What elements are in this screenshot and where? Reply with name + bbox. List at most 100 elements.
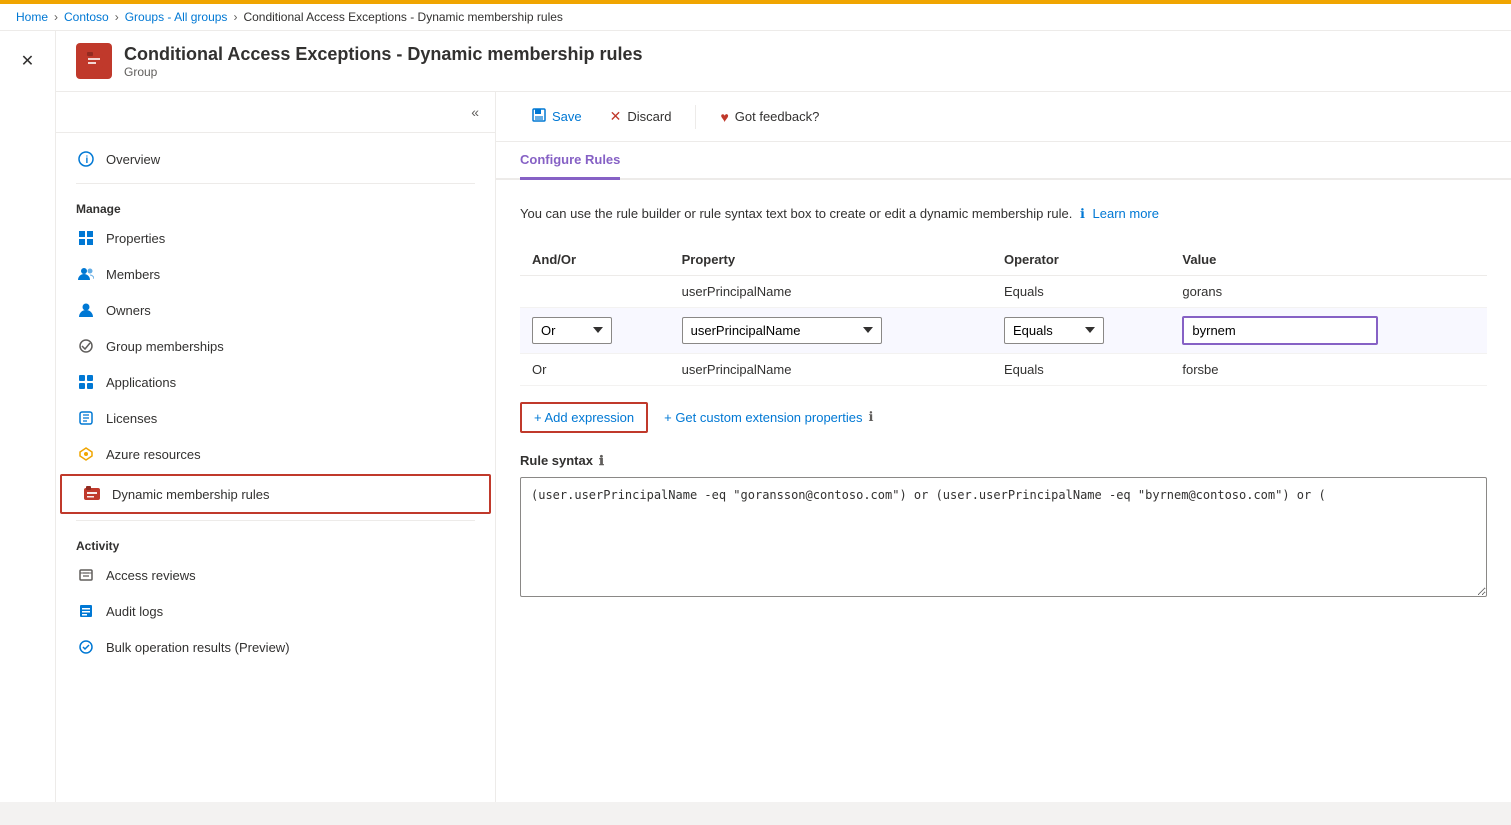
sidebar-label-owners: Owners xyxy=(106,303,151,318)
sidebar-item-members[interactable]: Members xyxy=(56,256,495,292)
rule-syntax-textarea[interactable] xyxy=(520,477,1487,597)
table-row-editing: Or And userPrincipalName xyxy=(520,307,1487,353)
members-icon xyxy=(76,264,96,284)
sidebar-label-group-memberships: Group memberships xyxy=(106,339,224,354)
rule-syntax-text: Rule syntax xyxy=(520,453,593,468)
andor-select[interactable]: Or And xyxy=(532,317,612,344)
sidebar-label-access-reviews: Access reviews xyxy=(106,568,196,583)
rule-syntax-label: Rule syntax ℹ xyxy=(520,453,1487,469)
action-row: + Add expression + Get custom extension … xyxy=(520,402,1487,433)
sidebar-item-access-reviews[interactable]: Access reviews xyxy=(56,557,495,593)
licenses-icon xyxy=(76,408,96,428)
group-memberships-icon xyxy=(76,336,96,356)
sidebar-label-audit-logs: Audit logs xyxy=(106,604,163,619)
page-header-icon xyxy=(76,43,112,79)
save-icon xyxy=(532,108,546,125)
get-custom-label: + Get custom extension properties xyxy=(664,410,862,425)
row1-value: gorans xyxy=(1170,275,1487,307)
table-row: userPrincipalName Equals gorans xyxy=(520,275,1487,307)
col-header-value: Value xyxy=(1170,244,1487,276)
sidebar-item-licenses[interactable]: Licenses xyxy=(56,400,495,436)
sidebar-item-azure-resources[interactable]: Azure resources xyxy=(56,436,495,472)
owners-icon xyxy=(76,300,96,320)
feedback-label: Got feedback? xyxy=(735,109,820,124)
breadcrumb-current: Conditional Access Exceptions - Dynamic … xyxy=(243,10,562,24)
sidebar-item-group-memberships[interactable]: Group memberships xyxy=(56,328,495,364)
tabs-bar: Configure Rules xyxy=(496,142,1511,180)
sidebar-item-properties[interactable]: Properties xyxy=(56,220,495,256)
sidebar-item-dynamic-rules[interactable]: Dynamic membership rules xyxy=(60,474,491,514)
discard-icon: ✕ xyxy=(610,108,622,125)
azure-resources-icon xyxy=(76,444,96,464)
row2-operator-cell: Equals Not Equals Contains xyxy=(992,307,1170,353)
sidebar-label-bulk-ops: Bulk operation results (Preview) xyxy=(106,640,290,655)
sidebar-label-properties: Properties xyxy=(106,231,165,246)
sidebar-item-label-overview: Overview xyxy=(106,152,160,167)
breadcrumb-contoso[interactable]: Contoso xyxy=(64,10,109,24)
sidebar: « i Overview Manage xyxy=(56,92,496,802)
info-icon-description: ℹ xyxy=(1080,206,1085,221)
feedback-icon: ♥ xyxy=(720,109,728,125)
row2-andor-cell: Or And xyxy=(520,307,670,353)
row3-andor: Or xyxy=(520,353,670,385)
bulk-ops-icon xyxy=(76,637,96,657)
row1-andor xyxy=(520,275,670,307)
operator-select[interactable]: Equals Not Equals Contains xyxy=(1004,317,1104,344)
feedback-button[interactable]: ♥ Got feedback? xyxy=(708,103,831,131)
value-input[interactable] xyxy=(1182,316,1378,345)
description-text: You can use the rule builder or rule syn… xyxy=(520,206,1072,221)
discard-button[interactable]: ✕ Discard xyxy=(598,102,684,131)
manage-divider xyxy=(76,183,475,184)
close-panel: ✕ xyxy=(0,31,56,802)
sidebar-item-applications[interactable]: Applications xyxy=(56,364,495,400)
sidebar-collapse-button[interactable]: « xyxy=(467,100,483,124)
property-select[interactable]: userPrincipalName xyxy=(682,317,882,344)
tab-configure-rules[interactable]: Configure Rules xyxy=(520,142,620,180)
dynamic-rules-icon xyxy=(82,484,102,504)
row1-operator: Equals xyxy=(992,275,1170,307)
get-custom-info-icon: ℹ xyxy=(868,409,873,425)
rules-description: You can use the rule builder or rule syn… xyxy=(520,204,1487,224)
discard-label: Discard xyxy=(627,109,671,124)
sidebar-label-members: Members xyxy=(106,267,160,282)
page-header: Conditional Access Exceptions - Dynamic … xyxy=(56,31,1511,92)
row2-value-cell xyxy=(1170,307,1487,353)
rule-syntax-section: Rule syntax ℹ xyxy=(520,453,1487,600)
rule-syntax-info-icon: ℹ xyxy=(599,453,604,469)
activity-section-label: Activity xyxy=(56,527,495,557)
activity-divider xyxy=(76,520,475,521)
overview-icon: i xyxy=(76,149,96,169)
sidebar-item-owners[interactable]: Owners xyxy=(56,292,495,328)
access-reviews-icon xyxy=(76,565,96,585)
learn-more-link[interactable]: Learn more xyxy=(1093,206,1159,221)
sidebar-item-overview[interactable]: i Overview xyxy=(56,141,495,177)
col-header-andor: And/Or xyxy=(520,244,670,276)
audit-logs-icon xyxy=(76,601,96,621)
sidebar-label-dynamic-rules: Dynamic membership rules xyxy=(112,487,270,502)
breadcrumb-bar: Home › Contoso › Groups - All groups › C… xyxy=(0,4,1511,31)
save-button[interactable]: Save xyxy=(520,102,594,131)
rules-content-area: You can use the rule builder or rule syn… xyxy=(496,180,1511,802)
row3-property: userPrincipalName xyxy=(670,353,992,385)
sidebar-item-audit-logs[interactable]: Audit logs xyxy=(56,593,495,629)
page-title: Conditional Access Exceptions - Dynamic … xyxy=(124,44,642,65)
add-expression-button[interactable]: + Add expression xyxy=(520,402,648,433)
col-header-operator: Operator xyxy=(992,244,1170,276)
applications-icon xyxy=(76,372,96,392)
sidebar-label-azure-resources: Azure resources xyxy=(106,447,201,462)
rules-table: And/Or Property Operator Value userPrinc… xyxy=(520,244,1487,386)
save-label: Save xyxy=(552,109,582,124)
sidebar-label-licenses: Licenses xyxy=(106,411,157,426)
breadcrumb-all-groups[interactable]: Groups - All groups xyxy=(125,10,228,24)
sidebar-item-bulk-ops[interactable]: Bulk operation results (Preview) xyxy=(56,629,495,665)
col-header-property: Property xyxy=(670,244,992,276)
toolbar-divider xyxy=(695,105,696,129)
main-content: Save ✕ Discard ♥ Got feedback? Configure… xyxy=(496,92,1511,802)
get-custom-extension-button[interactable]: + Get custom extension properties ℹ xyxy=(664,409,873,425)
row3-value: forsbe xyxy=(1170,353,1487,385)
breadcrumb-home[interactable]: Home xyxy=(16,10,48,24)
row3-operator: Equals xyxy=(992,353,1170,385)
svg-text:i: i xyxy=(86,155,89,166)
properties-icon xyxy=(76,228,96,248)
close-button[interactable]: ✕ xyxy=(13,43,42,79)
